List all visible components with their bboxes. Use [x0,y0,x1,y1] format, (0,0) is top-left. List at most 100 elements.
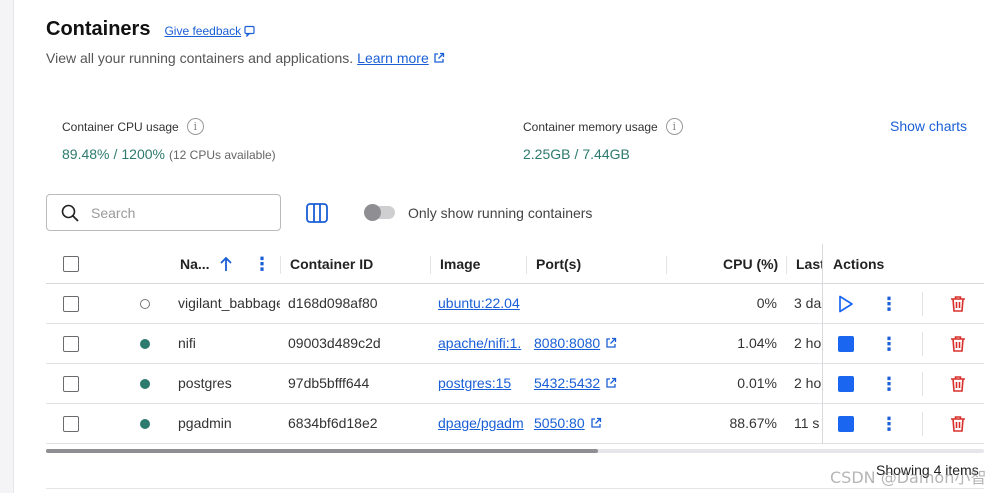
table-row[interactable]: postgres 97db5bfff644 postgres:15 5432:5… [46,364,984,404]
column-header-cpu[interactable]: CPU (%) [723,256,778,272]
table-header: Na... ⋮ Container ID Image Port(s) CPU (… [46,244,984,284]
image-link[interactable]: postgres:15 [438,375,526,391]
show-charts-link[interactable]: Show charts [890,118,967,134]
page-title: Containers [46,18,151,40]
status-running-icon [140,339,150,349]
memory-usage-value: 2.25GB / 7.44GB [523,146,630,162]
external-link-icon [606,337,617,348]
external-link-icon [590,417,601,428]
delete-button[interactable] [948,334,968,354]
image-link[interactable]: ubuntu:22.04 [438,295,526,311]
cpu-percent: 0% [756,295,777,311]
search-icon [61,204,79,222]
trash-icon [951,336,965,352]
table-row[interactable]: pgadmin 6834bf6d18e2 dpage/pgadm 5050:80… [46,404,984,444]
port-mapping[interactable]: 8080:8080 [534,335,600,351]
delete-button[interactable] [948,374,968,394]
port-link[interactable]: 5050:80 [534,415,602,431]
image-link[interactable]: apache/nifi:1. [438,335,526,351]
trash-icon [951,296,965,312]
last-started: 2 ho [794,375,822,391]
learn-more-link[interactable]: Learn more [357,50,445,66]
give-feedback-label: Give feedback [164,24,242,38]
column-header-name[interactable]: Na... [180,256,212,272]
trash-icon [951,376,965,392]
horizontal-scrollbar[interactable] [46,449,984,453]
delete-button[interactable] [948,294,968,314]
column-header-image[interactable]: Image [440,256,480,272]
port-mapping[interactable]: 5050:80 [534,415,585,431]
stop-icon [838,416,854,432]
column-separator [666,256,667,274]
port-link[interactable]: 8080:8080 [534,335,617,351]
column-header-ports[interactable]: Port(s) [536,256,581,272]
cpu-percent: 1.04% [737,335,777,351]
feedback-icon [244,25,255,37]
cpu-percent: 88.67% [729,415,777,431]
sort-ascending-icon[interactable] [216,255,236,273]
table-row[interactable]: nifi 09003d489c2d apache/nifi:1. 8080:80… [46,324,984,364]
action-divider [922,412,923,436]
cpu-usage-label: Container CPU usage i [62,118,204,135]
cpu-usage-label-text: Container CPU usage [62,119,179,134]
left-rail [0,0,14,493]
image-link[interactable]: dpage/pgadm [438,415,526,431]
action-divider [922,292,923,316]
column-separator [280,256,281,274]
more-options-icon[interactable]: ⋮ [879,334,899,354]
select-all-checkbox[interactable] [63,256,79,272]
column-header-container-id[interactable]: Container ID [290,256,373,272]
memory-separator: / [574,146,579,162]
start-button[interactable] [836,294,856,314]
cpu-total: 1200% [121,146,165,162]
delete-button[interactable] [948,414,968,434]
row-checkbox[interactable] [63,296,79,312]
search-box[interactable] [46,194,281,231]
info-icon[interactable]: i [665,118,683,135]
container-name[interactable]: vigilant_babbage [178,295,280,311]
columns-toggle-button[interactable] [305,201,329,225]
page-subtitle: View all your running containers and app… [46,50,445,66]
last-started: 2 ho [794,335,822,351]
cpu-separator: / [113,146,118,162]
running-only-toggle[interactable] [364,204,395,221]
give-feedback-link[interactable]: Give feedback [164,24,256,38]
column-menu-icon[interactable]: ⋮ [252,254,272,274]
learn-more-label: Learn more [357,50,429,66]
memory-usage-label-text: Container memory usage [523,119,658,134]
containers-table: Na... ⋮ Container ID Image Port(s) CPU (… [46,244,984,444]
search-input[interactable] [91,204,261,221]
more-options-icon[interactable]: ⋮ [879,294,899,314]
page-header: Containers Give feedback [46,18,256,41]
row-checkbox[interactable] [63,416,79,432]
container-name[interactable]: postgres [178,375,280,391]
stop-button[interactable] [836,414,856,434]
scrollbar-thumb[interactable] [46,449,598,453]
table-row[interactable]: vigilant_babbage d168d098af80 ubuntu:22.… [46,284,984,324]
more-options-icon[interactable]: ⋮ [879,374,899,394]
stop-button[interactable] [836,374,856,394]
row-checkbox[interactable] [63,336,79,352]
container-name[interactable]: pgadmin [178,415,280,431]
column-separator [786,256,787,274]
container-name[interactable]: nifi [178,335,280,351]
actions-column-divider [822,244,823,444]
memory-usage-label: Container memory usage i [523,118,683,135]
subtitle-text: View all your running containers and app… [46,50,354,66]
port-link[interactable]: 5432:5432 [534,375,617,391]
cpu-note: (12 CPUs available) [168,148,276,162]
stop-button[interactable] [836,334,856,354]
external-link-icon [434,52,444,63]
play-icon [839,295,853,313]
action-divider [922,332,923,356]
port-mapping[interactable]: 5432:5432 [534,375,600,391]
memory-total: 7.44GB [582,146,630,162]
trash-icon [951,416,965,432]
watermark: CSDN @Damon小智 [830,468,987,487]
status-running-icon [140,419,150,429]
cpu-percent: 0.01% [737,375,777,391]
row-checkbox[interactable] [63,376,79,392]
more-options-icon[interactable]: ⋮ [879,414,899,434]
column-header-last-started[interactable]: Last [796,256,822,272]
info-icon[interactable]: i [186,118,204,135]
